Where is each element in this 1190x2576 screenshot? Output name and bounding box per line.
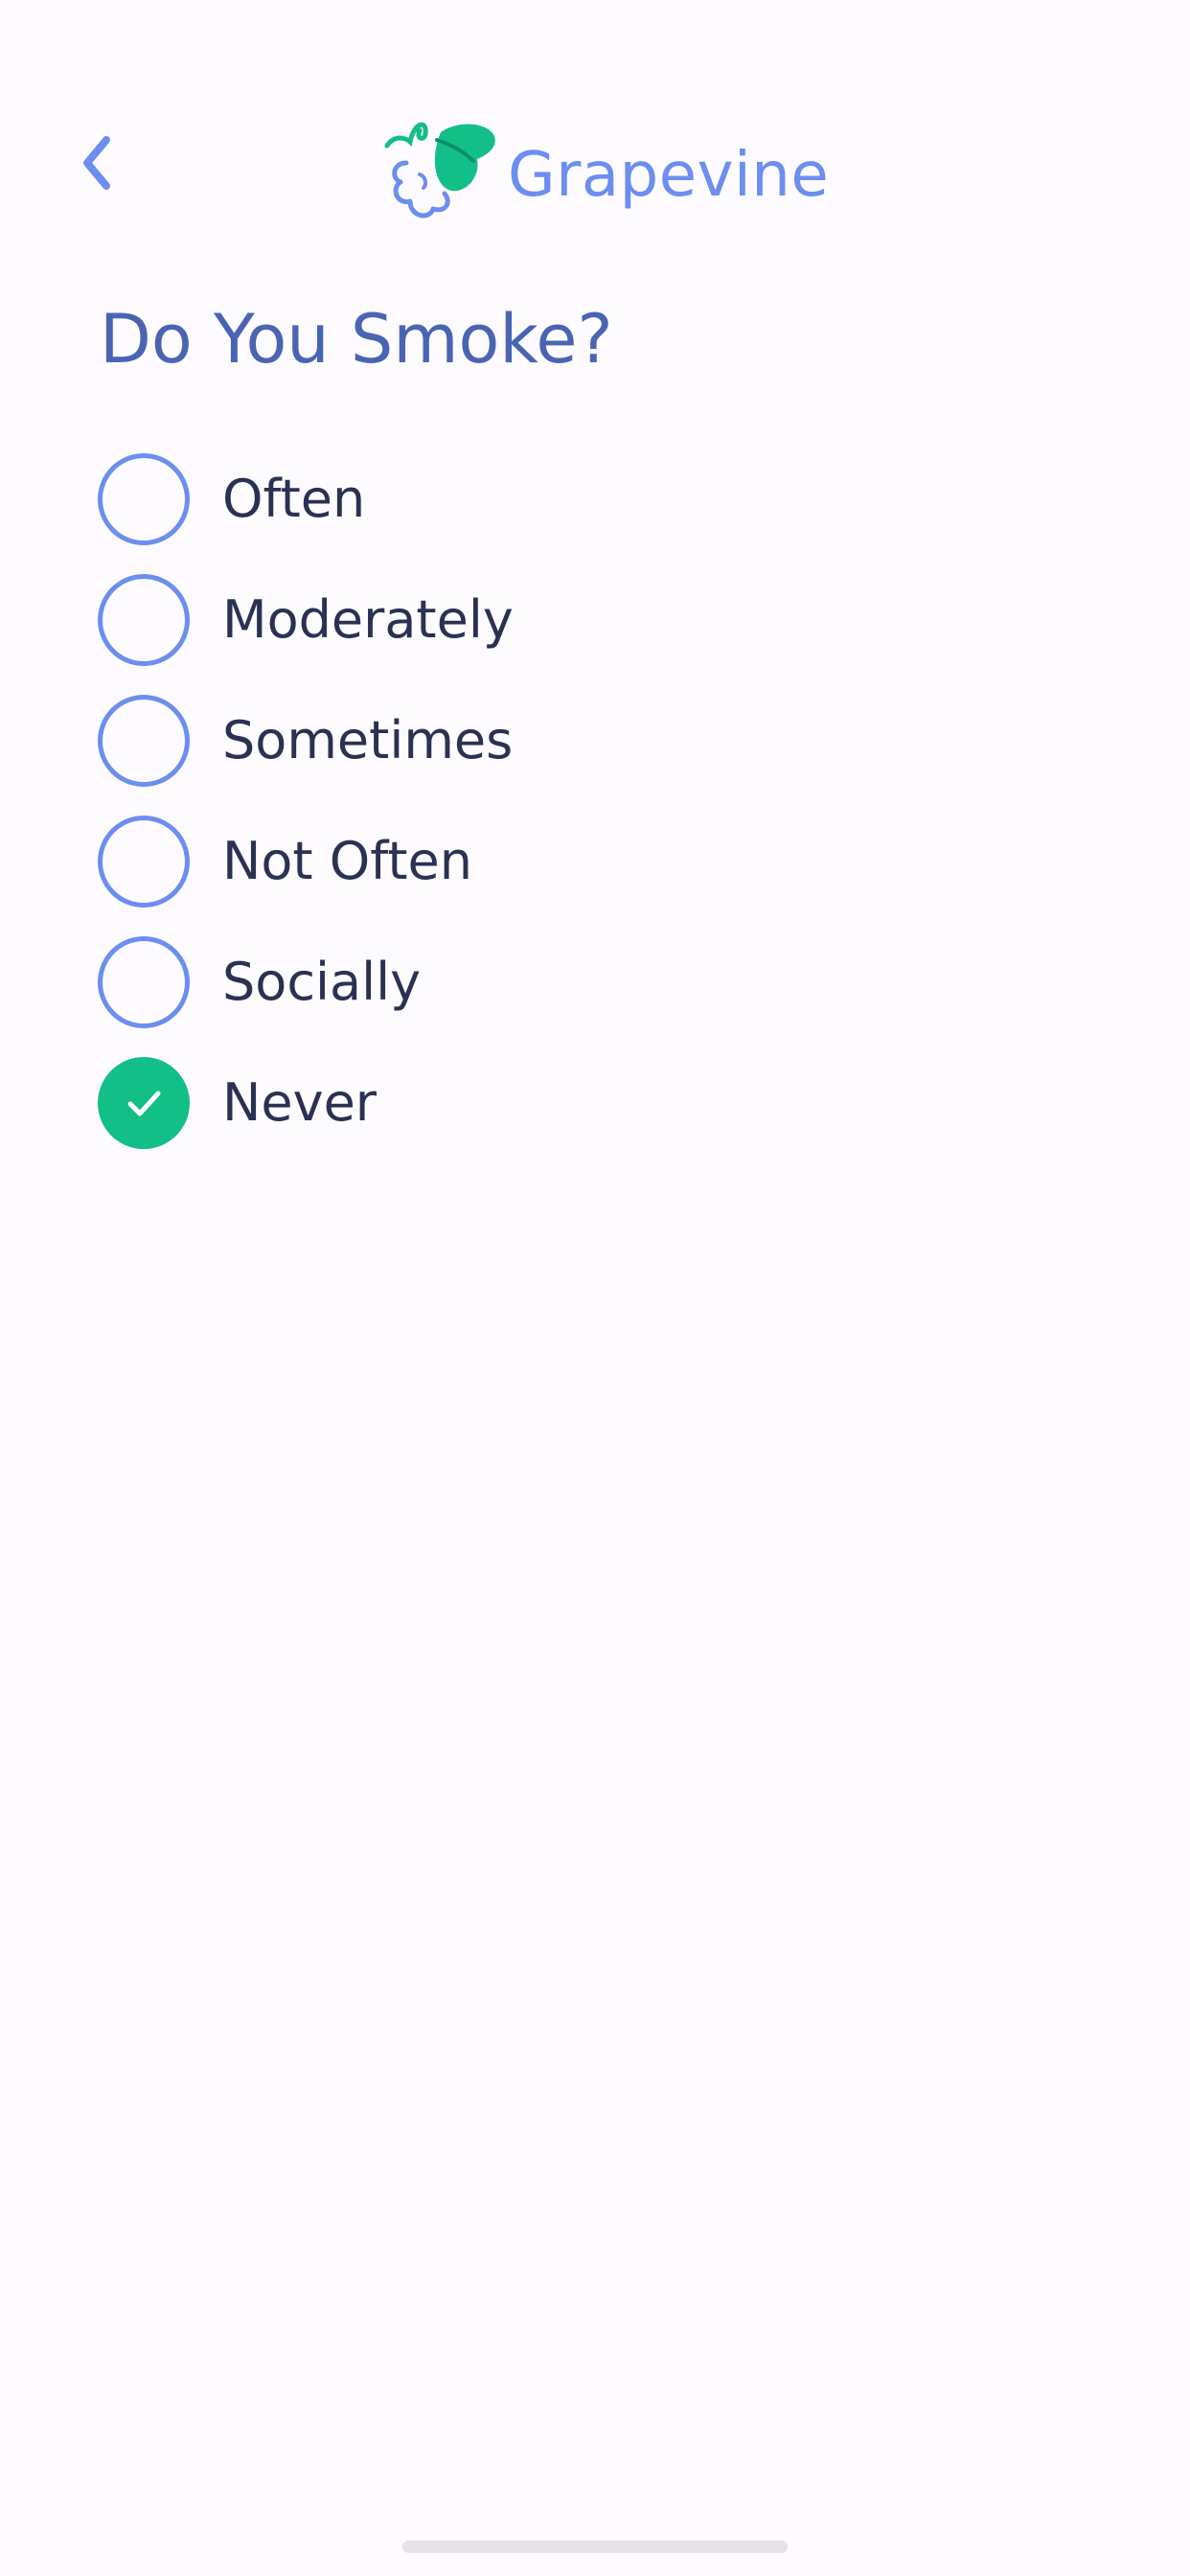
logo: Grapevine xyxy=(381,117,829,224)
option-label: Not Often xyxy=(222,831,472,891)
option-label: Socially xyxy=(222,952,422,1012)
option-label: Moderately xyxy=(222,589,514,650)
option-moderately[interactable]: Moderately xyxy=(98,574,1094,666)
option-often[interactable]: Often xyxy=(98,453,1094,545)
grape-logo-icon xyxy=(384,122,495,218)
option-never[interactable]: Never xyxy=(98,1057,1094,1149)
page-title: Do You Smoke? xyxy=(100,300,613,379)
back-button[interactable] xyxy=(63,125,130,201)
radio-button[interactable] xyxy=(98,574,190,666)
radio-button[interactable] xyxy=(98,936,190,1028)
radio-button-selected[interactable] xyxy=(98,1057,190,1149)
smoking-options: Often Moderately Sometimes Not Often Soc… xyxy=(98,453,1094,1178)
radio-button[interactable] xyxy=(98,695,190,787)
chevron-left-icon xyxy=(83,136,110,190)
option-socially[interactable]: Socially xyxy=(98,936,1094,1028)
option-label: Often xyxy=(222,469,366,529)
home-indicator[interactable] xyxy=(402,2541,788,2553)
option-label: Never xyxy=(222,1072,377,1133)
radio-button[interactable] xyxy=(98,453,190,545)
header: Grapevine xyxy=(0,0,1190,249)
brand-name: Grapevine xyxy=(508,140,830,211)
check-icon xyxy=(127,1091,161,1116)
option-sometimes[interactable]: Sometimes xyxy=(98,695,1094,787)
option-not-often[interactable]: Not Often xyxy=(98,816,1094,908)
radio-button[interactable] xyxy=(98,816,190,908)
option-label: Sometimes xyxy=(222,710,514,770)
